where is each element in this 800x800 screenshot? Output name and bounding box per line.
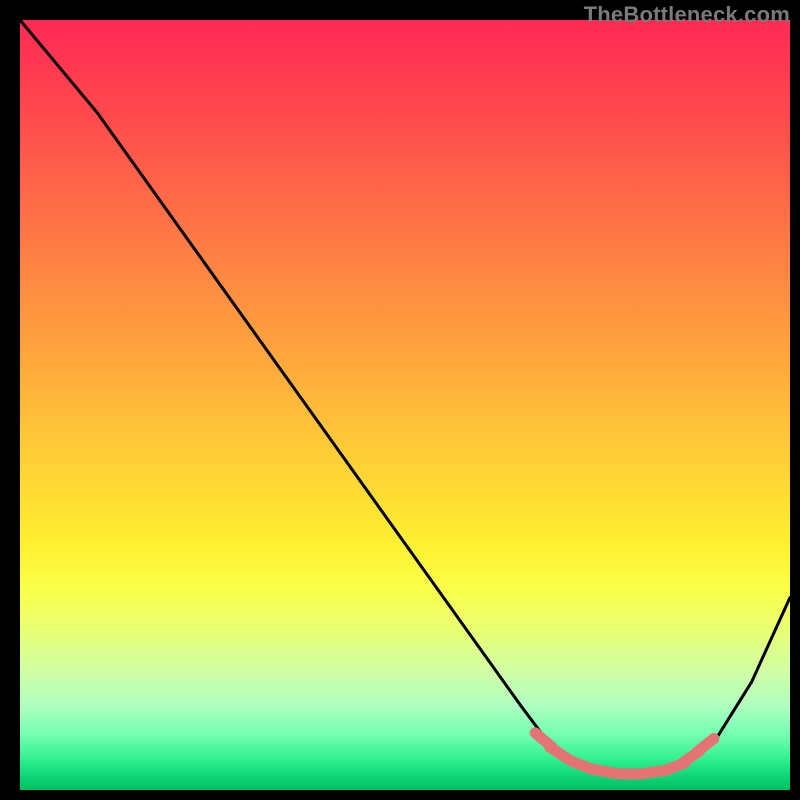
curve-layer xyxy=(20,20,790,775)
bottleneck-curve xyxy=(20,20,790,775)
bottleneck-chart: TheBottleneck.com xyxy=(0,0,800,800)
optimal-range-marker xyxy=(697,739,714,753)
marker-layer xyxy=(535,733,714,774)
optimal-range-marker xyxy=(550,747,568,759)
chart-svg xyxy=(0,0,800,800)
